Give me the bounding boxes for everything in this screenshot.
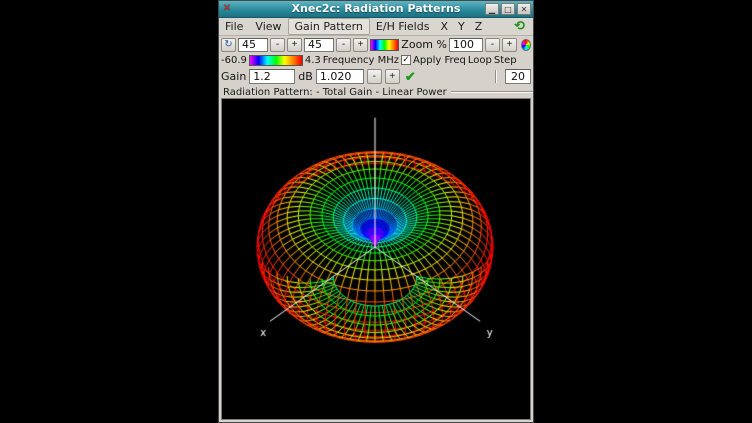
gain-toolbar: Gain dB - + ✔ xyxy=(219,67,533,86)
zoom-input[interactable] xyxy=(449,38,483,52)
radiation-patterns-window: ✕ Xnec2c: Radiation Patterns ▁ □ ✕ File … xyxy=(218,0,534,423)
frequency-input[interactable] xyxy=(316,69,364,84)
gain-value-field[interactable] xyxy=(249,69,295,84)
menu-z-axis[interactable]: Z xyxy=(470,18,488,35)
desktop: ✕ Xnec2c: Radiation Patterns ▁ □ ✕ File … xyxy=(0,0,752,423)
redraw-icon[interactable]: ⟲ xyxy=(514,19,525,35)
elevation-plus-button[interactable]: + xyxy=(353,38,368,52)
freq-steps-field[interactable] xyxy=(505,69,531,84)
gain-unit-label: dB xyxy=(298,70,313,83)
titlebar[interactable]: ✕ Xnec2c: Radiation Patterns ▁ □ ✕ xyxy=(219,1,533,18)
menu-y-axis[interactable]: Y xyxy=(453,18,470,35)
menu-eh-fields[interactable]: E/H Fields xyxy=(370,18,436,35)
frequency-plus-button[interactable]: + xyxy=(385,69,400,84)
menu-file[interactable]: File xyxy=(219,18,249,35)
maximize-button[interactable]: □ xyxy=(501,3,515,15)
radiation-plot xyxy=(221,98,531,420)
window-buttons: ▁ □ ✕ xyxy=(483,3,531,15)
azimuth-input[interactable] xyxy=(238,38,268,52)
menu-gain-pattern[interactable]: Gain Pattern xyxy=(288,18,370,35)
colorbar-min-db: -60.9 xyxy=(221,55,247,66)
colormap-bar-small xyxy=(370,39,399,51)
loop-button[interactable]: Loop xyxy=(468,55,492,66)
azimuth-minus-button[interactable]: - xyxy=(270,38,285,52)
menu-view[interactable]: View xyxy=(249,18,287,35)
elevation-minus-button[interactable]: - xyxy=(336,38,351,52)
elevation-input[interactable] xyxy=(304,38,334,52)
apply-freq-label[interactable]: Apply Freq xyxy=(413,55,466,66)
view-toolbar: ↻ - + - + Zoom % - + xyxy=(219,36,533,53)
rotate-icon[interactable]: ↻ xyxy=(221,38,236,52)
close-button[interactable]: ✕ xyxy=(517,3,531,15)
plot-frame-label: Radiation Pattern: - Total Gain - Linear… xyxy=(219,86,533,98)
minimize-button[interactable]: ▁ xyxy=(485,3,499,15)
colorbar-max-db: 4.3 xyxy=(305,55,321,66)
frequency-minus-button[interactable]: - xyxy=(367,69,382,84)
radiation-pattern-canvas[interactable] xyxy=(222,99,530,419)
apply-freq-checkbox[interactable]: ✓ xyxy=(401,55,411,65)
toolbar-separator xyxy=(495,70,497,83)
plot-title: Radiation Pattern: - Total Gain - Linear… xyxy=(223,87,447,98)
zoom-label: Zoom % xyxy=(401,38,447,51)
menubar: File View Gain Pattern E/H Fields X Y Z … xyxy=(219,18,533,36)
colormap-icon[interactable] xyxy=(521,39,531,51)
zoom-plus-button[interactable]: + xyxy=(502,38,517,52)
menu-x-axis[interactable]: X xyxy=(435,18,453,35)
zoom-minus-button[interactable]: - xyxy=(485,38,500,52)
frequency-mhz-label: Frequency MHz xyxy=(323,55,399,66)
frequency-toolbar: -60.9 4.3 Frequency MHz ✓ Apply Freq Loo… xyxy=(219,53,533,67)
apply-check-icon[interactable]: ✔ xyxy=(403,69,418,84)
app-icon: ✕ xyxy=(221,3,233,15)
azimuth-plus-button[interactable]: + xyxy=(287,38,302,52)
step-button[interactable]: Step xyxy=(494,55,517,66)
gain-label: Gain xyxy=(221,70,246,83)
frame-line xyxy=(451,91,533,93)
colormap-bar-large xyxy=(249,55,303,66)
